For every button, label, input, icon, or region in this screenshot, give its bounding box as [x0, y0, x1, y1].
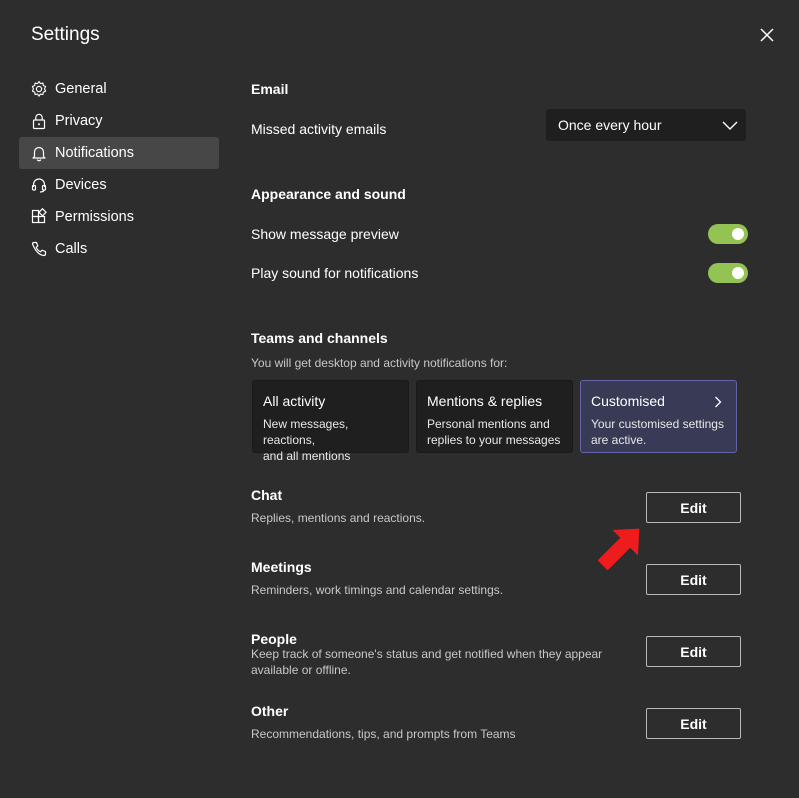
- sidebar-item-label: General: [55, 81, 107, 97]
- apps-icon: [30, 208, 48, 226]
- card-title: All activity: [263, 393, 326, 409]
- chevron-right-icon: [715, 396, 722, 408]
- card-description-line: are active.: [591, 433, 647, 447]
- teams-channels-description: You will get desktop and activity notifi…: [251, 356, 508, 370]
- chat-edit-button[interactable]: Edit: [646, 492, 741, 523]
- toggle-knob: [732, 267, 744, 279]
- chat-description: Replies, mentions and reactions.: [251, 511, 426, 525]
- page-title: Settings: [31, 24, 100, 45]
- people-heading: People: [251, 631, 297, 647]
- annotation-arrow-icon: [597, 528, 640, 571]
- sidebar-item-label: Permissions: [55, 209, 134, 225]
- appearance-heading: Appearance and sound: [251, 186, 406, 202]
- customised-option[interactable]: Customised Your customised settings are …: [580, 380, 737, 453]
- people-description-line-2: available or offline.: [251, 663, 351, 677]
- sidebar-item-calls[interactable]: Calls: [19, 233, 219, 265]
- sidebar-item-label: Devices: [55, 177, 107, 193]
- card-description-line: and all mentions: [263, 449, 351, 463]
- settings-window: Settings General Privacy Notifications D…: [0, 0, 799, 798]
- card-title: Mentions & replies: [427, 393, 543, 409]
- card-description-line: replies to your messages: [427, 433, 561, 447]
- missed-activity-dropdown[interactable]: Once every hour: [546, 109, 746, 141]
- chevron-down-icon: [722, 121, 738, 130]
- dropdown-value: Once every hour: [558, 117, 662, 133]
- card-description-line: Personal mentions and: [427, 417, 550, 431]
- sidebar-item-privacy[interactable]: Privacy: [19, 105, 219, 137]
- teams-channels-heading: Teams and channels: [251, 330, 388, 346]
- message-preview-toggle[interactable]: [708, 224, 748, 244]
- sidebar-item-label: Notifications: [55, 145, 134, 161]
- meetings-description: Reminders, work timings and calendar set…: [251, 583, 504, 597]
- missed-activity-label: Missed activity emails: [251, 121, 387, 137]
- other-edit-button[interactable]: Edit: [646, 708, 741, 739]
- sidebar-item-notifications[interactable]: Notifications: [19, 137, 219, 169]
- toggle-knob: [732, 228, 744, 240]
- card-description-line: New messages, reactions,: [263, 417, 349, 447]
- sidebar-item-permissions[interactable]: Permissions: [19, 201, 219, 233]
- message-preview-label: Show message preview: [251, 226, 399, 242]
- gear-icon: [30, 80, 48, 98]
- meetings-edit-button[interactable]: Edit: [646, 564, 741, 595]
- people-edit-button[interactable]: Edit: [646, 636, 741, 667]
- notification-sound-label: Play sound for notifications: [251, 265, 419, 281]
- sidebar: General Privacy Notifications Devices Pe…: [19, 73, 219, 265]
- headset-icon: [30, 176, 48, 194]
- sidebar-item-devices[interactable]: Devices: [19, 169, 219, 201]
- sidebar-item-label: Privacy: [55, 113, 103, 129]
- other-description: Recommendations, tips, and prompts from …: [251, 727, 516, 741]
- close-button[interactable]: [756, 24, 778, 46]
- close-icon: [760, 28, 774, 42]
- email-heading: Email: [251, 81, 289, 97]
- other-heading: Other: [251, 703, 289, 719]
- bell-icon: [30, 144, 48, 162]
- people-description: Keep track of someone's status and get n…: [251, 647, 603, 661]
- card-title: Customised: [591, 393, 665, 409]
- mentions-replies-option[interactable]: Mentions & replies Personal mentions and…: [416, 380, 573, 453]
- sidebar-item-label: Calls: [55, 241, 88, 257]
- all-activity-option[interactable]: All activity New messages, reactions, an…: [252, 380, 409, 463]
- lock-icon: [30, 112, 48, 130]
- meetings-heading: Meetings: [251, 559, 312, 575]
- notification-sound-toggle[interactable]: [708, 263, 748, 283]
- card-description-line: Your customised settings: [591, 417, 724, 431]
- chat-heading: Chat: [251, 487, 283, 503]
- phone-icon: [30, 240, 48, 258]
- sidebar-item-general[interactable]: General: [19, 73, 219, 105]
